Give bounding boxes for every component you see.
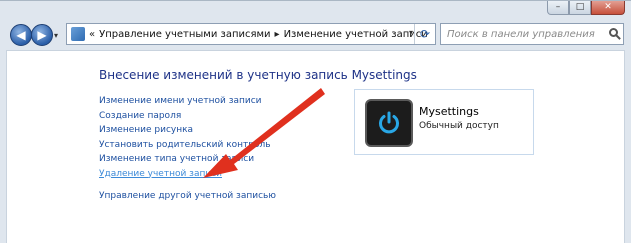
change-picture-link[interactable]: Изменение рисунка xyxy=(99,123,276,138)
forward-button[interactable]: ▶ xyxy=(31,24,53,46)
create-password-link[interactable]: Создание пароля xyxy=(99,109,276,124)
power-icon xyxy=(379,111,399,134)
breadcrumb-overflow-icon[interactable]: « xyxy=(89,29,95,40)
address-bar[interactable]: « Управление учетными записями ▸ Изменен… xyxy=(66,23,436,45)
caption-buttons: – □ ✕ xyxy=(547,0,625,15)
back-button[interactable]: ◀ xyxy=(10,24,32,46)
delete-account-link[interactable]: Удаление учетной записи xyxy=(99,167,276,182)
account-card: Mysettings Обычный доступ xyxy=(354,89,534,155)
parental-controls-link[interactable]: Установить родительский контроль xyxy=(99,138,276,153)
maximize-button[interactable]: □ xyxy=(569,0,591,15)
page-title: Внесение изменений в учетную запись Myse… xyxy=(99,68,417,82)
task-links: Изменение имени учетной записи Создание … xyxy=(99,94,276,204)
minimize-button[interactable]: – xyxy=(547,0,569,15)
navigation-toolbar: ◀ ▶ ▾ « Управление учетными записями ▸ И… xyxy=(0,22,631,52)
breadcrumb-item-accounts[interactable]: Управление учетными записями xyxy=(99,29,270,40)
search-box[interactable]: Поиск в панели управления xyxy=(440,23,624,45)
address-dropdown-icon[interactable]: ▾ xyxy=(409,28,413,37)
control-panel-icon xyxy=(71,27,85,41)
search-icon[interactable] xyxy=(609,28,618,37)
refresh-icon[interactable]: ⟳ xyxy=(414,24,435,44)
manage-other-account-link[interactable]: Управление другой учетной записью xyxy=(99,189,276,204)
breadcrumb-separator-icon[interactable]: ▸ xyxy=(275,29,280,40)
account-name: Mysettings xyxy=(419,105,479,118)
account-type: Обычный доступ xyxy=(419,121,499,131)
rename-account-link[interactable]: Изменение имени учетной записи xyxy=(99,94,276,109)
close-button[interactable]: ✕ xyxy=(591,0,625,15)
explorer-window: – □ ✕ ◀ ▶ ▾ « Управление учетными запися… xyxy=(0,0,631,243)
content-pane: Внесение изменений в учетную запись Myse… xyxy=(6,50,625,243)
change-account-type-link[interactable]: Изменение типа учетной записи xyxy=(99,152,276,167)
search-placeholder: Поиск в панели управления xyxy=(447,28,595,40)
breadcrumb-item-change-account[interactable]: Изменение учетной записи xyxy=(284,29,428,40)
avatar xyxy=(365,99,413,147)
recent-pages-dropdown-icon[interactable]: ▾ xyxy=(54,31,58,40)
